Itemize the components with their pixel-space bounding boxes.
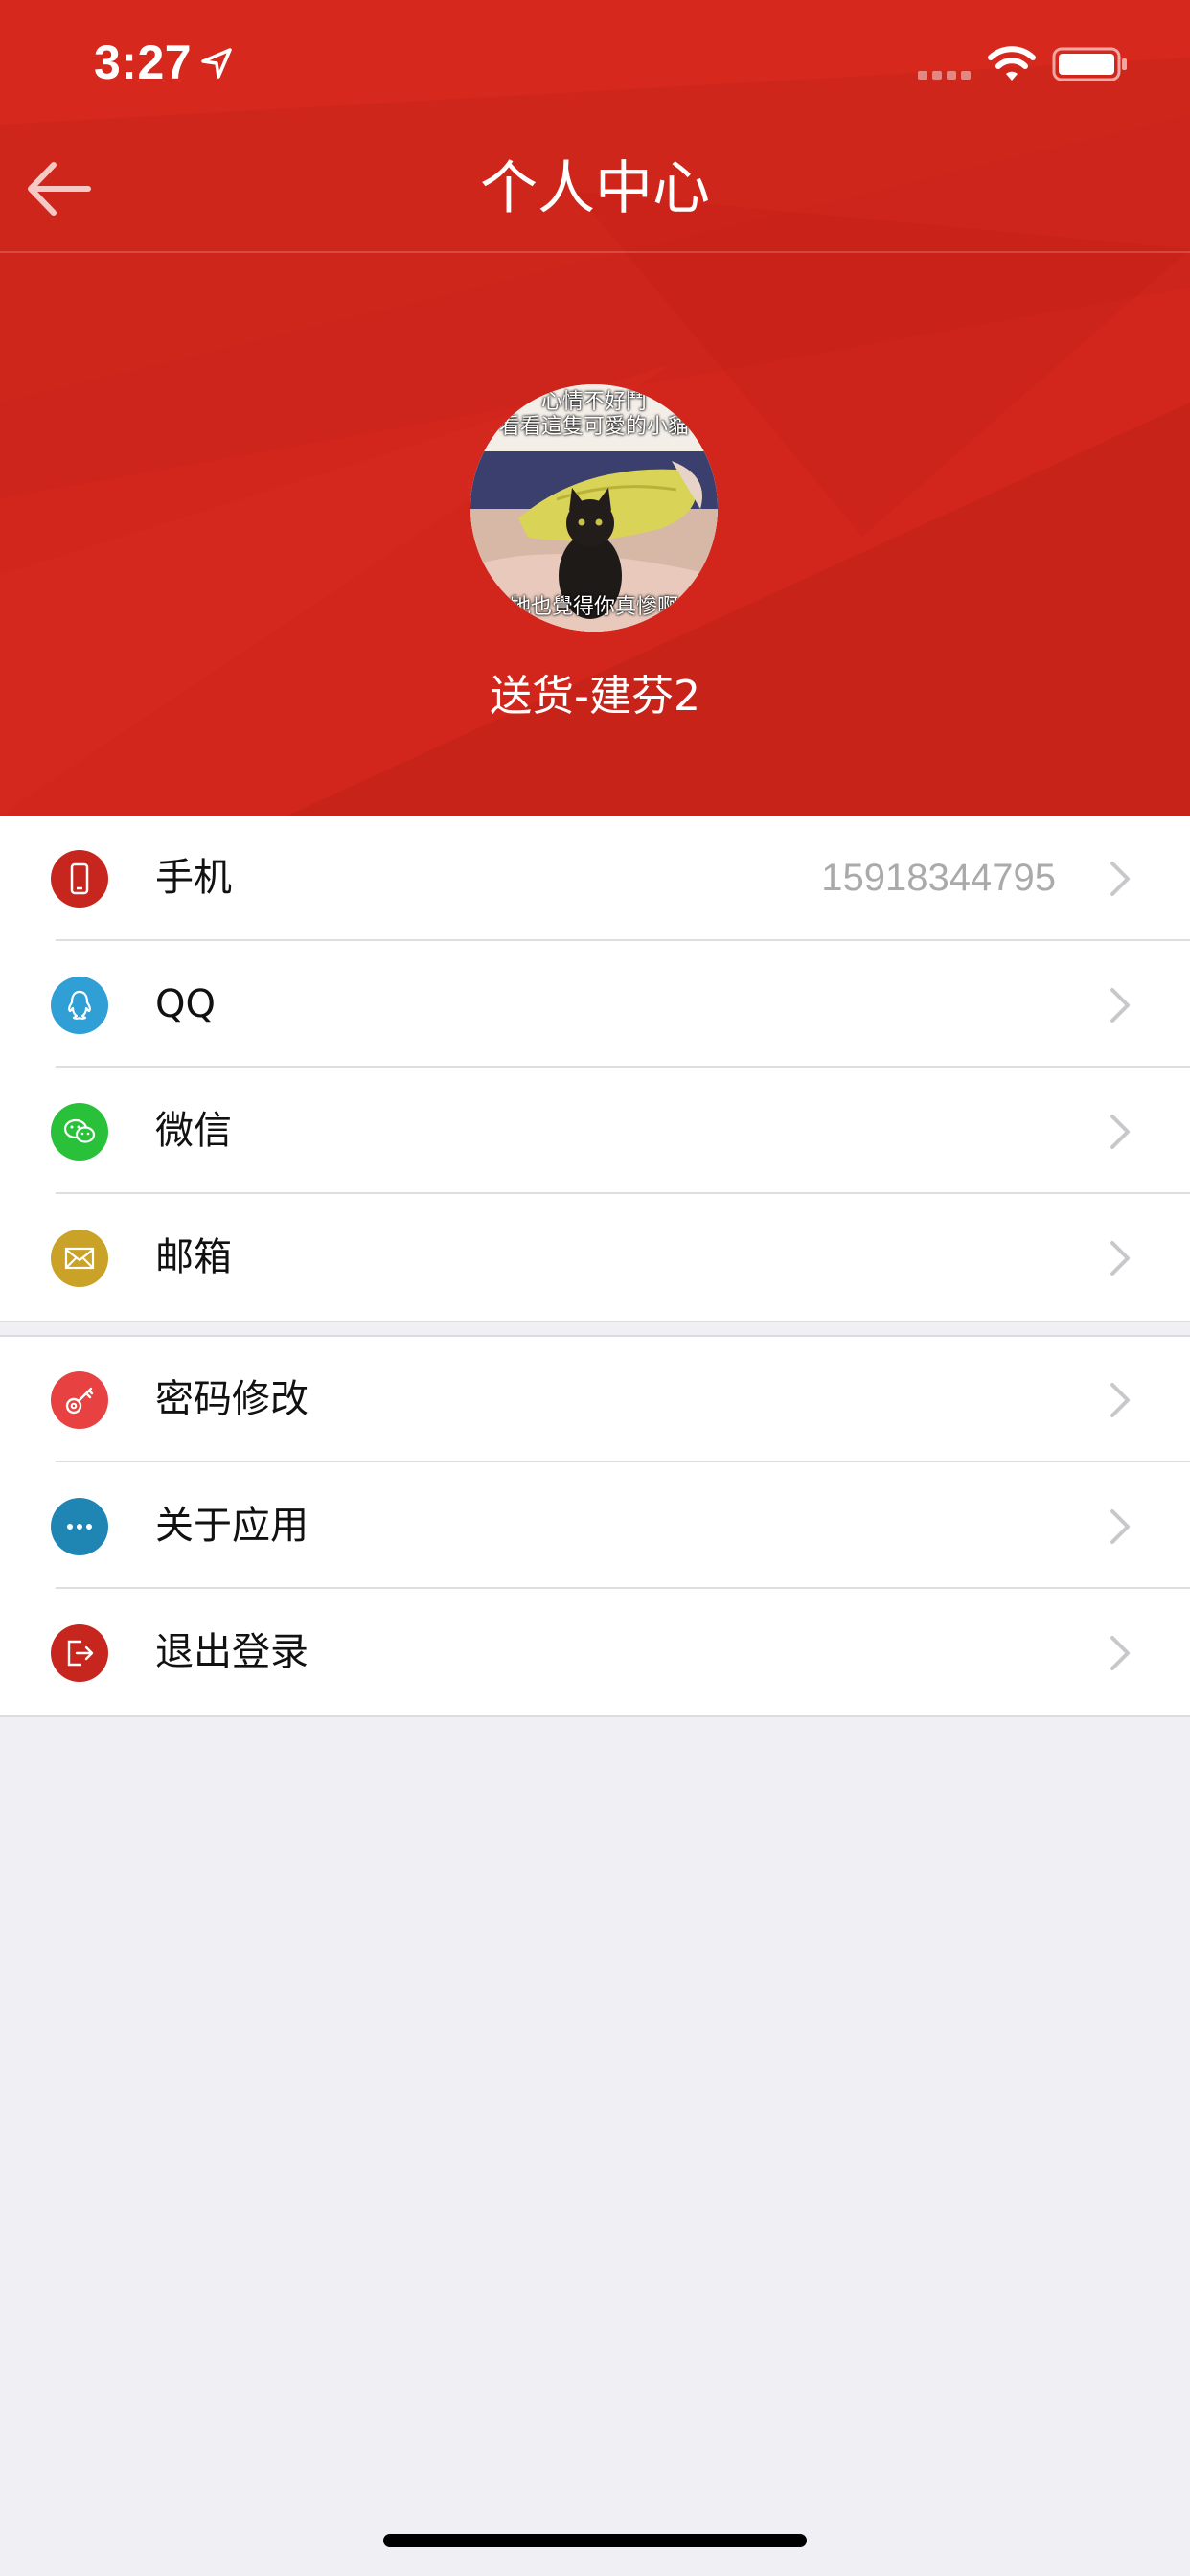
list-item-label: 关于应用 [155, 1504, 309, 1548]
more-icon [51, 1498, 108, 1555]
list-item-change-password[interactable]: 密码修改 [0, 1337, 1190, 1462]
settings-list: 密码修改 关于应用 退出登录 [0, 1335, 1190, 1717]
list-item-wechat[interactable]: 微信 [0, 1069, 1190, 1194]
list-item-qq[interactable]: QQ [0, 942, 1190, 1068]
logout-icon [51, 1624, 108, 1682]
list-item-label: 手机 [155, 856, 232, 900]
status-bar: 3:27 [0, 0, 1190, 126]
chevron-right-icon [1110, 1115, 1130, 1149]
list-item-label: QQ [155, 982, 216, 1026]
divider [56, 1066, 1190, 1068]
avatar-caption-top: 心情不好鬥 看看這隻可愛的小貓 [498, 390, 689, 439]
battery-icon [1052, 47, 1127, 81]
list-item-label: 邮箱 [155, 1235, 232, 1279]
mail-icon [51, 1230, 108, 1287]
list-item-label: 微信 [155, 1109, 232, 1153]
avatar-caption-bottom: 牠也覺得你真慘啊 [509, 595, 678, 619]
wifi-icon [988, 46, 1036, 80]
profile-page: 3:27 个人中心 心情不好鬥 看看這隻可愛的小貓 牠也覺得你真慘啊 送货-建芬… [0, 0, 1190, 2576]
phone-icon [51, 850, 108, 908]
home-indicator[interactable] [383, 2534, 807, 2547]
chevron-right-icon [1110, 862, 1130, 896]
phone-number: 15918344795 [821, 857, 1056, 899]
navigation-bar: 个人中心 [0, 126, 1190, 253]
list-item-phone[interactable]: 手机 15918344795 [0, 816, 1190, 941]
qq-icon [51, 977, 108, 1034]
chevron-right-icon [1110, 1636, 1130, 1670]
back-button[interactable] [11, 148, 103, 230]
list-item-label: 退出登录 [155, 1630, 309, 1674]
back-arrow-icon [28, 162, 91, 216]
chevron-right-icon [1110, 1241, 1130, 1276]
list-item-logout[interactable]: 退出登录 [0, 1590, 1190, 1715]
list-item-label: 密码修改 [155, 1377, 309, 1421]
divider [56, 1460, 1190, 1462]
contact-list: 手机 15918344795 QQ 微信 邮箱 [0, 816, 1190, 1322]
avatar[interactable]: 心情不好鬥 看看這隻可愛的小貓 牠也覺得你真慘啊 [470, 384, 718, 632]
status-time: 3:27 [94, 35, 193, 89]
divider [56, 1587, 1190, 1589]
chevron-right-icon [1110, 1509, 1130, 1544]
key-icon [51, 1371, 108, 1429]
wechat-icon [51, 1103, 108, 1161]
page-title: 个人中心 [480, 155, 710, 222]
location-arrow-icon [201, 48, 232, 79]
list-item-about-app[interactable]: 关于应用 [0, 1463, 1190, 1589]
chevron-right-icon [1110, 1383, 1130, 1417]
list-item-mail[interactable]: 邮箱 [0, 1195, 1190, 1321]
cellular-signal-icon [918, 71, 971, 80]
username: 送货-建芬2 [490, 672, 700, 721]
chevron-right-icon [1110, 988, 1130, 1023]
divider [56, 1192, 1190, 1194]
divider [56, 939, 1190, 941]
